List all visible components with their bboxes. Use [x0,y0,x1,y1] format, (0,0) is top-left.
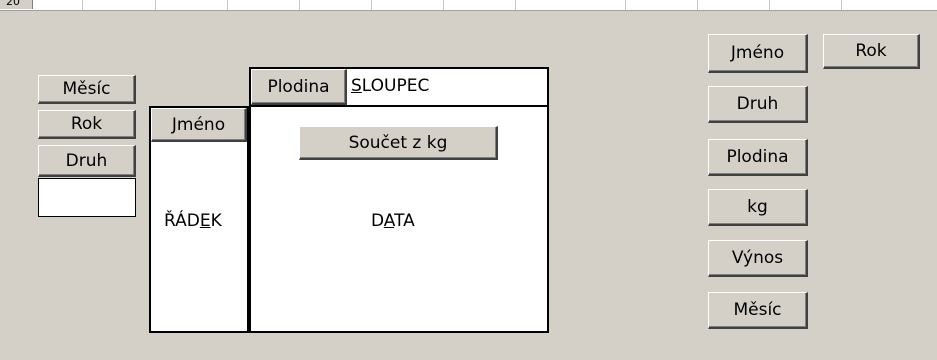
field-button-label: Výnos [731,248,784,268]
grid-line [841,0,842,10]
field-button-label: Rok [855,41,887,61]
grid-line [82,0,83,10]
field-button-kg[interactable]: kg [708,189,808,226]
data-field-soucet-kg[interactable]: Součet z kg [299,126,498,160]
sheet-top-strip: 20 [0,0,937,11]
page-field-label: Druh [65,150,108,171]
grid-line [155,0,156,10]
page-area-drop-zone[interactable] [38,178,136,217]
field-button-jmeno[interactable]: Jméno [708,34,808,73]
row-field-label: Jméno [171,114,226,135]
field-button-plodina[interactable]: Plodina [708,139,808,176]
field-button-mesic[interactable]: Měsíc [708,292,808,329]
field-button-druh[interactable]: Druh [708,86,808,123]
grid-line [515,0,516,10]
data-field-label: Součet z kg [348,132,448,153]
field-button-label: kg [747,197,768,217]
grid-line [227,0,228,10]
page-field-druh[interactable]: Druh [38,145,136,177]
grid-line [625,0,626,10]
field-button-label: Druh [736,94,779,114]
row-number: 20 [0,0,33,9]
page-field-label: Měsíc [62,79,111,99]
grid-line [769,0,770,10]
field-button-rok[interactable]: Rok [823,34,920,69]
field-button-label: Jméno [730,43,785,63]
grid-line [697,0,698,10]
grid-line [299,0,300,10]
page-field-mesic[interactable]: Měsíc [38,75,136,104]
field-button-label: Plodina [726,147,789,167]
field-button-vynos[interactable]: Výnos [708,240,808,277]
column-field-label: Plodina [267,76,330,97]
data-area-label: DATA [371,211,415,231]
row-field-jmeno[interactable]: Jméno [151,108,247,142]
column-area-label: SLOUPEC [351,76,430,96]
grid-line [443,0,444,10]
page-field-rok[interactable]: Rok [38,110,136,139]
row-area-label: ŘÁDEK [164,211,222,231]
column-field-plodina[interactable]: Plodina [251,69,347,105]
field-button-label: Měsíc [733,300,782,320]
grid-line [371,0,372,10]
page-field-label: Rok [70,114,103,134]
